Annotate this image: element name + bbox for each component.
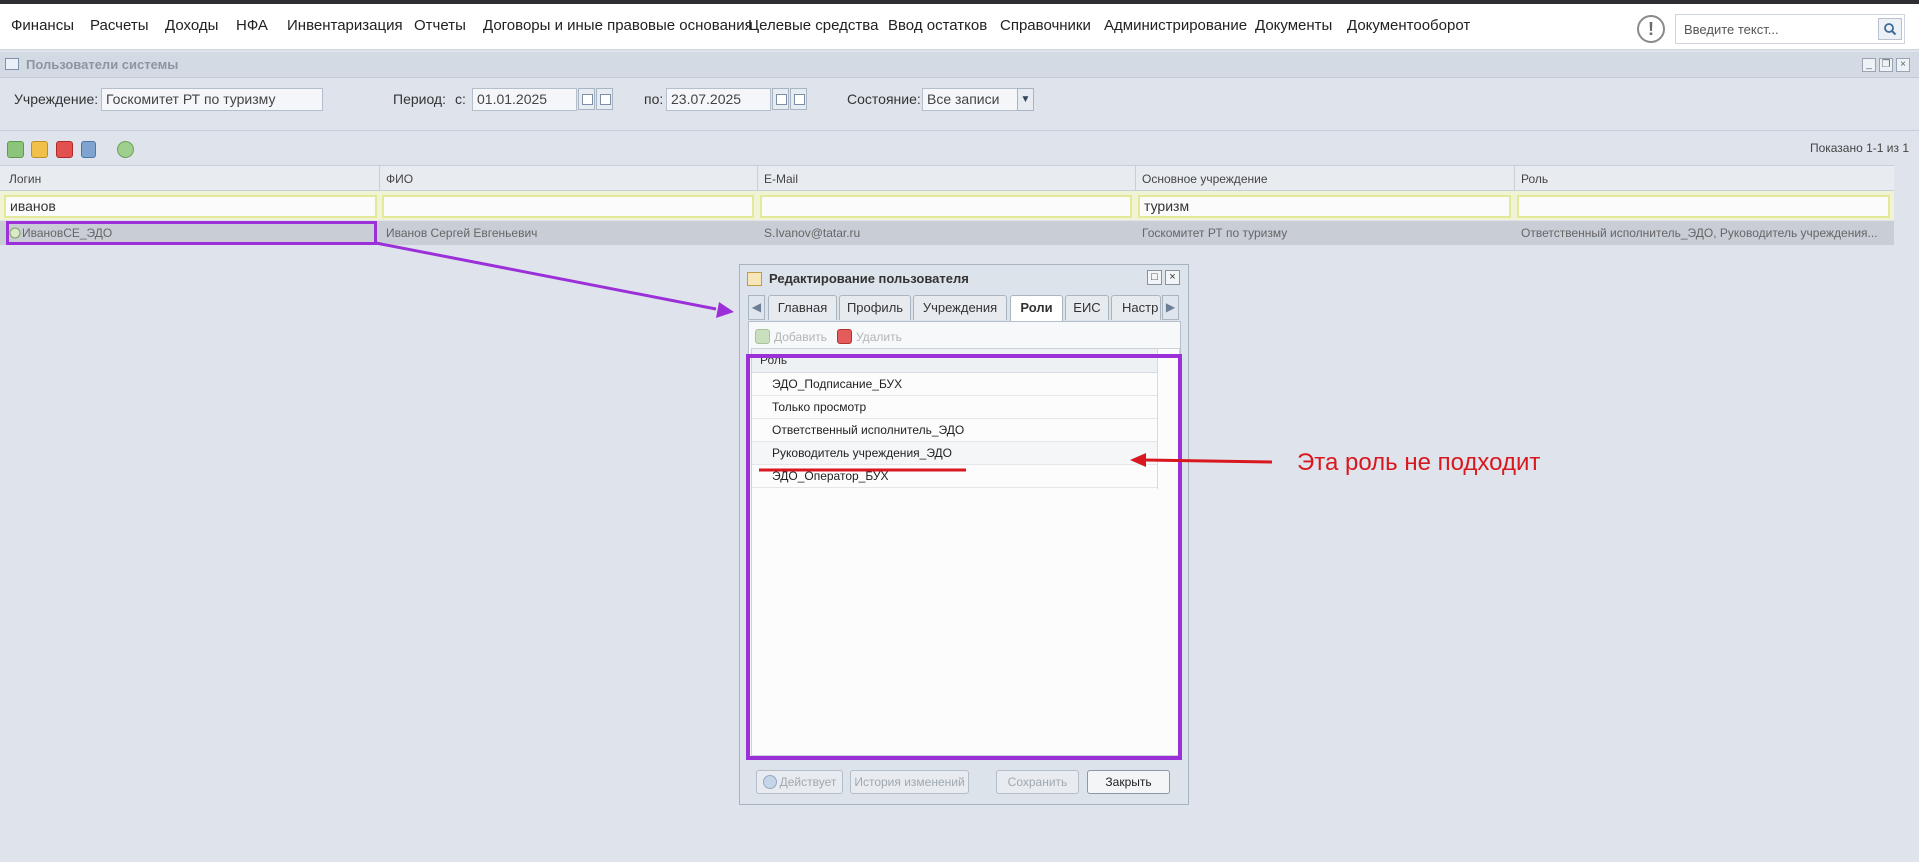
email-cell[interactable]: S.Ivanov@tatar.ru [764, 226, 1129, 240]
login-highlight-box [6, 221, 377, 245]
menu-item-target-funds[interactable]: Целевые средства [748, 17, 878, 34]
tab-settings[interactable]: Настр [1111, 295, 1161, 320]
tab-institutions[interactable]: Учреждения [913, 295, 1007, 320]
fio-cell[interactable]: Иванов Сергей Евгеньевич [386, 226, 751, 240]
to-calendar-pick-icon[interactable] [790, 88, 807, 110]
column-header-fio[interactable]: ФИО [386, 172, 413, 186]
info-icon [762, 775, 777, 789]
history-button[interactable]: История изменений [850, 770, 969, 794]
refresh-icon[interactable] [117, 141, 134, 158]
active-button[interactable]: Действует [756, 770, 843, 794]
window-icon [5, 58, 19, 70]
delete-role-label: Удалить [856, 330, 902, 344]
close-icon[interactable]: × [1165, 270, 1180, 285]
institution-cell[interactable]: Госкомитет РТ по туризму [1142, 226, 1507, 240]
shown-count: Показано 1-1 из 1 [1809, 141, 1909, 155]
roles-highlight-box [746, 354, 1182, 760]
period-label: Период: [393, 91, 446, 107]
search-box [1675, 14, 1905, 44]
add-role-button[interactable]: Добавить [755, 328, 827, 346]
from-calendar-icon[interactable] [578, 88, 595, 110]
highlight-arrow [375, 241, 717, 311]
search-input[interactable] [1684, 21, 1864, 37]
login-filter-input[interactable]: иванов [4, 195, 377, 218]
menu-item-calculations[interactable]: Расчеты [90, 17, 149, 34]
delete-icon [837, 329, 852, 344]
menu-item-contracts[interactable]: Договоры и иные правовые основания [483, 17, 753, 34]
column-separator [757, 165, 758, 191]
column-separator [379, 165, 380, 191]
chevron-down-icon[interactable]: ▼ [1017, 88, 1034, 111]
search-icon [1884, 23, 1897, 36]
delete-icon[interactable] [56, 141, 73, 158]
role-filter-input[interactable] [1517, 195, 1890, 218]
close-window-icon[interactable]: × [1896, 58, 1910, 72]
dialog-title: Редактирование пользователя [769, 271, 969, 286]
annotation-text: Эта роль не подходит [1297, 449, 1541, 476]
close-button[interactable]: Закрыть [1087, 770, 1170, 794]
menu-item-document-flow[interactable]: Документооборот [1347, 17, 1470, 34]
highlight-arrowhead [716, 302, 734, 318]
tab-eis[interactable]: ЕИС [1065, 295, 1109, 320]
tab-main[interactable]: Главная [768, 295, 837, 320]
search-button[interactable] [1878, 18, 1902, 40]
column-header-role[interactable]: Роль [1521, 172, 1548, 186]
maximize-icon[interactable]: □ [1147, 270, 1162, 285]
save-button[interactable]: Сохранить [996, 770, 1079, 794]
column-separator [1514, 165, 1515, 191]
menu-item-balances[interactable]: Ввод остатков [888, 17, 987, 34]
tab-scroll-left-icon[interactable]: ◀ [748, 295, 765, 320]
alert-icon[interactable]: ! [1637, 15, 1665, 43]
minimize-icon[interactable]: _ [1862, 58, 1876, 72]
menu-item-directories[interactable]: Справочники [1000, 17, 1091, 34]
column-separator [1135, 165, 1136, 191]
window-title-bar: Пользователи системы _ ❐ × [0, 52, 1919, 78]
active-label: Действует [779, 775, 837, 789]
menu-item-finance[interactable]: Финансы [11, 17, 74, 34]
restore-icon[interactable]: ❐ [1879, 58, 1893, 72]
from-calendar-pick-icon[interactable] [596, 88, 613, 110]
delete-role-button[interactable]: Удалить [837, 328, 902, 346]
window-title: Пользователи системы [26, 57, 179, 72]
column-header-login[interactable]: Логин [9, 172, 41, 186]
filter-bar: Учреждение: Госкомитет РТ по туризму Пер… [0, 79, 1919, 131]
state-select[interactable]: Все записи [922, 88, 1018, 111]
institution-label: Учреждение: [14, 91, 99, 107]
email-filter-input[interactable] [760, 195, 1132, 218]
edit-user-icon [747, 272, 762, 286]
menu-item-nfa[interactable]: НФА [236, 17, 268, 34]
period-to-field[interactable]: 23.07.2025 [666, 88, 771, 111]
menu-item-inventory[interactable]: Инвентаризация [287, 17, 403, 34]
grid-header: Логин ФИО E-Mail Основное учреждение Рол… [0, 165, 1894, 191]
menu-item-documents[interactable]: Документы [1255, 17, 1332, 34]
period-from-field[interactable]: 01.01.2025 [472, 88, 577, 111]
menu-item-reports[interactable]: Отчеты [414, 17, 466, 34]
add-role-label: Добавить [774, 330, 828, 344]
main-menu-bar: Финансы Расчеты Доходы НФА Инвентаризаци… [0, 4, 1919, 50]
role-cell[interactable]: Ответственный исполнитель_ЭДО, Руководит… [1521, 226, 1889, 240]
print-icon[interactable] [81, 141, 96, 158]
menu-item-income[interactable]: Доходы [165, 17, 218, 34]
fio-filter-input[interactable] [382, 195, 754, 218]
institution-filter-input[interactable]: туризм [1138, 195, 1511, 218]
tab-profile[interactable]: Профиль [839, 295, 911, 320]
dialog-tab-strip: ◀ Главная Профиль Учреждения Роли ЕИС На… [748, 295, 1181, 321]
period-from-label: с: [455, 91, 466, 107]
state-label: Состояние: [847, 91, 921, 107]
to-calendar-icon[interactable] [772, 88, 789, 110]
period-to-label: по: [644, 91, 664, 107]
add-icon[interactable] [7, 141, 24, 158]
institution-field[interactable]: Госкомитет РТ по туризму [101, 88, 323, 111]
grid-toolbar [0, 135, 1919, 165]
add-icon [755, 329, 770, 344]
column-header-email[interactable]: E-Mail [764, 172, 798, 186]
column-header-institution[interactable]: Основное учреждение [1142, 172, 1268, 186]
tab-roles[interactable]: Роли [1010, 295, 1063, 321]
menu-item-administration[interactable]: Администрирование [1104, 17, 1247, 34]
tab-scroll-right-icon[interactable]: ▶ [1162, 295, 1179, 320]
edit-icon[interactable] [31, 141, 48, 158]
